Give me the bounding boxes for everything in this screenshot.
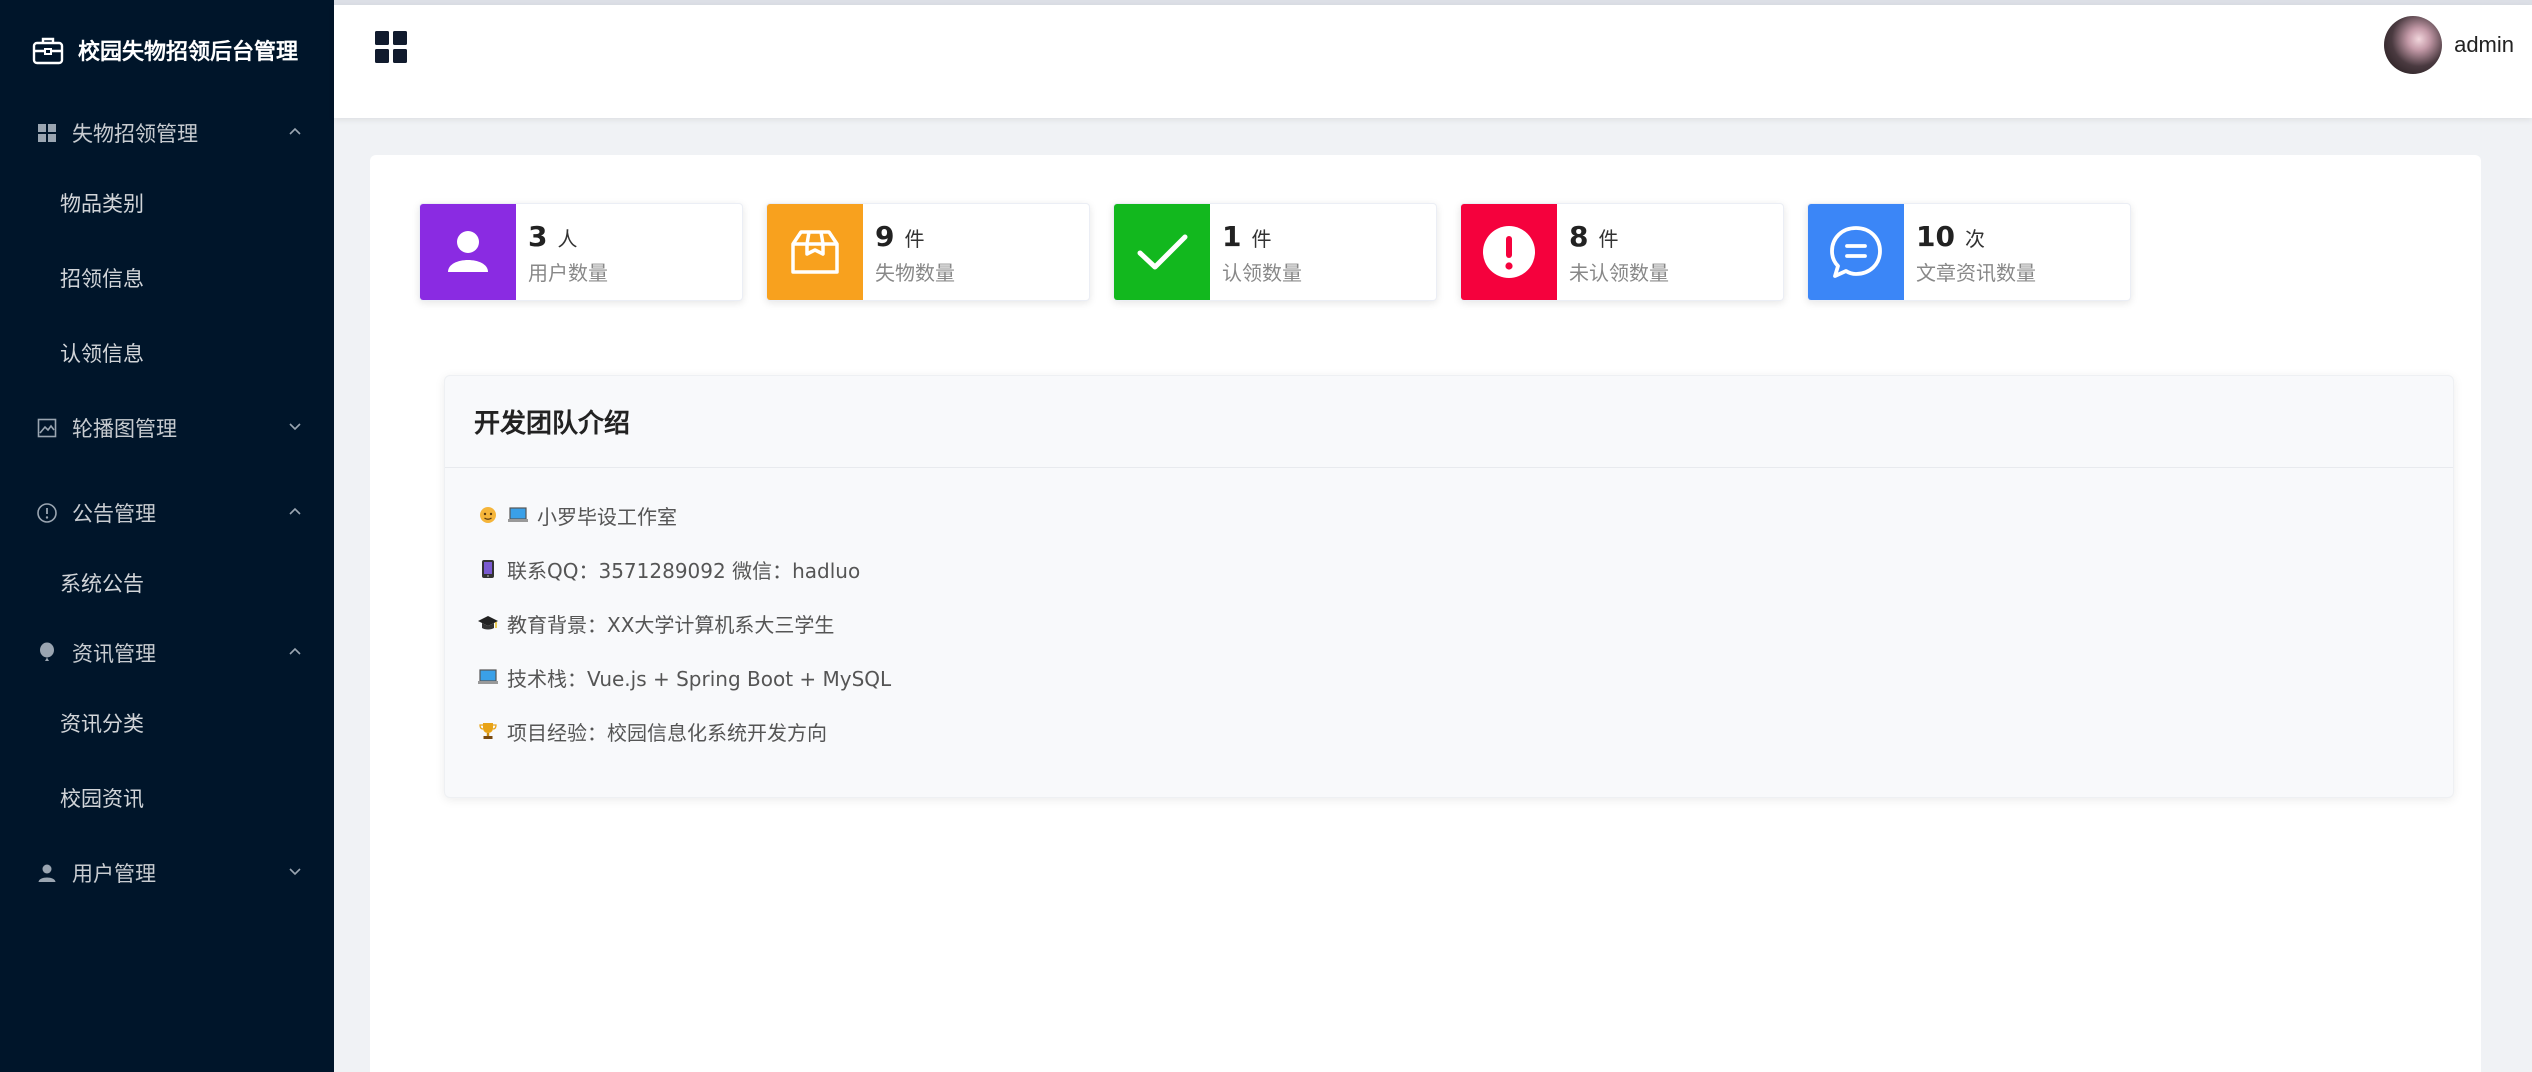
- stat-icon-box: [1461, 204, 1557, 300]
- top-header: admin: [334, 5, 2532, 118]
- stat-value: 9: [875, 220, 895, 253]
- team-line-text: 教育背景：XX大学计算机系大三学生: [507, 612, 835, 637]
- stat-card-lost-items[interactable]: 9件 失物数量: [766, 203, 1090, 301]
- person-emoji-icon: [477, 504, 499, 526]
- app-title: 校园失物招领后台管理: [78, 40, 299, 65]
- grid-icon: [36, 122, 58, 144]
- box-icon: [791, 230, 839, 274]
- menu-group-label: 用户管理: [72, 861, 156, 886]
- image-icon: [36, 417, 58, 439]
- user-icon: [448, 231, 488, 272]
- menu-group-news[interactable]: 资讯管理: [0, 620, 334, 685]
- sidebar-item-found-info[interactable]: 招领信息: [0, 240, 334, 315]
- menu-group-announcement[interactable]: 公告管理: [0, 480, 334, 545]
- stat-unit: 人: [557, 227, 578, 251]
- graduation-cap-emoji-icon: [477, 612, 499, 634]
- alert-icon: [1483, 226, 1535, 278]
- stat-unit: 件: [1598, 227, 1619, 251]
- laptop-emoji-icon: [477, 666, 499, 688]
- sidebar-item-news-category[interactable]: 资讯分类: [0, 685, 334, 760]
- team-line: 项目经验：校园信息化系统开发方向: [477, 704, 2453, 758]
- chat-icon: [1830, 226, 1882, 278]
- stat-label: 失物数量: [875, 261, 955, 285]
- user-icon: [36, 862, 58, 884]
- team-line-text: 项目经验：校园信息化系统开发方向: [507, 720, 827, 745]
- stat-value: 3: [528, 220, 548, 253]
- stat-card-unclaimed[interactable]: 8件 未认领数量: [1460, 203, 1784, 301]
- phone-emoji-icon: [477, 558, 499, 580]
- team-line-text: 小罗毕设工作室: [537, 504, 677, 529]
- menu-group-carousel[interactable]: 轮播图管理: [0, 395, 334, 460]
- stat-icon-box: [1114, 204, 1210, 300]
- stat-card-articles[interactable]: 10 次 文章资讯数量: [1807, 203, 2131, 301]
- team-line: 技术栈：Vue.js + Spring Boot + MySQL: [477, 650, 2453, 704]
- menu-group-label: 失物招领管理: [72, 121, 198, 146]
- stat-value: 8: [1569, 220, 1589, 253]
- team-line-text: 技术栈：Vue.js + Spring Boot + MySQL: [507, 666, 892, 691]
- team-title: 开发团队介绍: [445, 376, 2453, 468]
- sidebar-item-claim-info[interactable]: 认领信息: [0, 315, 334, 390]
- stat-card-claimed[interactable]: 1件 认领数量: [1113, 203, 1437, 301]
- menu-group-label: 轮播图管理: [72, 416, 177, 441]
- chevron-down-icon: [289, 868, 301, 876]
- stat-label: 认领数量: [1222, 261, 1302, 285]
- sidebar: 校园失物招领后台管理 失物招领管理 物品类别 招领信息 认领信息 轮播图管理 公…: [0, 0, 334, 1072]
- chevron-down-icon: [289, 423, 301, 431]
- stat-icon-box: [420, 204, 516, 300]
- team-line-text: 联系QQ：3571289092 微信：hadluo: [507, 558, 861, 583]
- sidebar-item-campus-news[interactable]: 校园资讯: [0, 760, 334, 835]
- avatar[interactable]: [2384, 16, 2443, 74]
- chevron-up-icon: [289, 507, 301, 515]
- stat-icon-box: [767, 204, 863, 300]
- menu-group-lost-found[interactable]: 失物招领管理: [0, 100, 334, 165]
- chevron-up-icon: [289, 127, 301, 135]
- stats-cards: 3人 用户数量 9件 失物数量 1 件 认领数量 8 件 未认领数量 10 次 …: [419, 203, 2154, 301]
- stat-label: 文章资讯数量: [1916, 261, 2036, 285]
- app-brand[interactable]: 校园失物招领后台管理: [0, 0, 334, 100]
- menu-group-label: 公告管理: [72, 501, 156, 526]
- menu-group-users[interactable]: 用户管理: [0, 840, 334, 905]
- trophy-emoji-icon: [477, 720, 499, 742]
- sidebar-item-system-notice[interactable]: 系统公告: [0, 545, 334, 620]
- check-icon: [1137, 234, 1188, 270]
- user-menu[interactable]: admin: [2384, 16, 2514, 74]
- stat-value: 1: [1222, 220, 1242, 253]
- stat-label: 用户数量: [528, 261, 608, 285]
- menu-group-label: 资讯管理: [72, 641, 156, 666]
- team-body: 小罗毕设工作室 联系QQ：3571289092 微信：hadluo 教育背景：X…: [445, 468, 2453, 758]
- team-intro-card: 开发团队介绍 小罗毕设工作室 联系QQ：3571289092 微信：hadluo: [444, 375, 2454, 798]
- stat-icon-box: [1808, 204, 1904, 300]
- info-circle-icon: [36, 502, 58, 524]
- stat-unit: 次: [1964, 227, 1985, 251]
- toolbox-icon: [32, 37, 64, 65]
- sidebar-item-category[interactable]: 物品类别: [0, 165, 334, 240]
- stat-value: 10: [1916, 220, 1955, 253]
- username: admin: [2454, 32, 2514, 57]
- stat-label: 未认领数量: [1569, 261, 1669, 285]
- grid-menu-icon[interactable]: [374, 30, 408, 64]
- stat-unit: 件: [904, 227, 925, 251]
- stat-card-users[interactable]: 3人 用户数量: [419, 203, 743, 301]
- team-line: 教育背景：XX大学计算机系大三学生: [477, 596, 2453, 650]
- chevron-up-icon: [289, 647, 301, 655]
- main-panel: 3人 用户数量 9件 失物数量 1 件 认领数量 8 件 未认领数量 10 次 …: [370, 155, 2481, 1072]
- team-line: 联系QQ：3571289092 微信：hadluo: [477, 542, 2453, 596]
- laptop-emoji-icon: [507, 504, 529, 526]
- balloon-icon: [36, 642, 58, 664]
- stat-unit: 件: [1251, 227, 1272, 251]
- team-line: 小罗毕设工作室: [477, 488, 2453, 542]
